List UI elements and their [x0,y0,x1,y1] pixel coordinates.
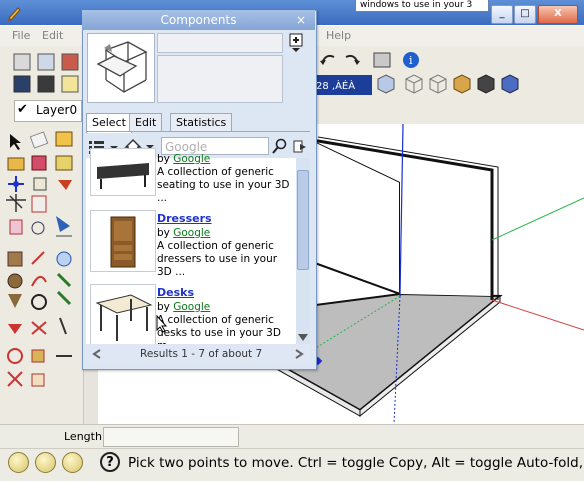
results-count: Results 1 - 7 of about 7 [140,348,263,360]
view-cube-icons [374,73,524,100]
svg-text:i: i [409,54,413,67]
component-name-field[interactable] [157,33,283,53]
component-description-field[interactable] [157,55,283,103]
author-link[interactable]: Google [173,227,210,239]
sign-in-icon[interactable] [62,452,83,473]
status-message: Pick two points to move. Ctrl = toggle C… [128,455,584,471]
list-item-byline: by Google [157,301,211,313]
component-preview-image [87,33,155,103]
tab-statistics[interactable]: Statistics [170,113,233,132]
components-title[interactable]: Components [82,10,315,30]
mouse-cursor-icon [156,314,168,336]
tab-edit[interactable]: Edit [129,113,163,132]
geo-location-icon[interactable] [8,452,29,473]
layer-name: Layer0 [36,103,78,117]
list-item-description: A collection of generic seating to use i… [157,166,290,204]
restore-button[interactable]: □ [514,5,536,24]
toolbar-right-icons: i [318,49,428,74]
list-item-thumbnail-desks[interactable] [90,284,156,346]
current-layer-check-icon: ✔ [17,102,28,117]
left-tool-palette [0,124,83,424]
length-input[interactable] [103,427,239,447]
list-item-byline: by Google [157,153,211,165]
previous-page-icon[interactable] [90,348,102,363]
navigate-forward-icon[interactable] [292,138,308,157]
list-item-title[interactable]: Dressers [157,212,212,225]
author-link[interactable]: Google [173,153,210,165]
components-close-icon[interactable]: × [296,13,306,27]
list-item-thumbnail-dressers[interactable] [90,210,156,272]
tab-select[interactable]: Select [86,113,132,133]
menu-help[interactable]: Help [326,29,351,42]
search-icon[interactable] [272,138,288,157]
next-page-icon[interactable] [294,348,306,363]
minimize-button[interactable]: _ [491,5,513,24]
close-button[interactable]: X [538,5,578,24]
list-item-title[interactable]: Desks [157,286,194,299]
menu-edit[interactable]: Edit [42,29,63,42]
length-label: Length [64,430,102,443]
author-link[interactable]: Google [173,301,210,313]
list-item-byline: by Google [157,227,211,239]
toolbar-left-icons [12,52,82,99]
tab-divider [86,131,310,132]
app-icon [6,5,22,21]
list-item-thumbnail-seating[interactable] [90,148,156,196]
list-item-description: A collection of generic dressers to use … [157,240,278,278]
credits-icon[interactable] [35,452,56,473]
toolbar-partial-text: 28 ,ÀÉÀ [316,81,356,92]
help-icon[interactable]: ? [100,452,120,472]
details-plus-icon[interactable] [289,33,303,53]
background-window-tab[interactable]: windows to use in your 3 [355,0,489,12]
menu-file[interactable]: File [12,29,30,42]
scrollbar-thumb[interactable] [297,170,309,270]
